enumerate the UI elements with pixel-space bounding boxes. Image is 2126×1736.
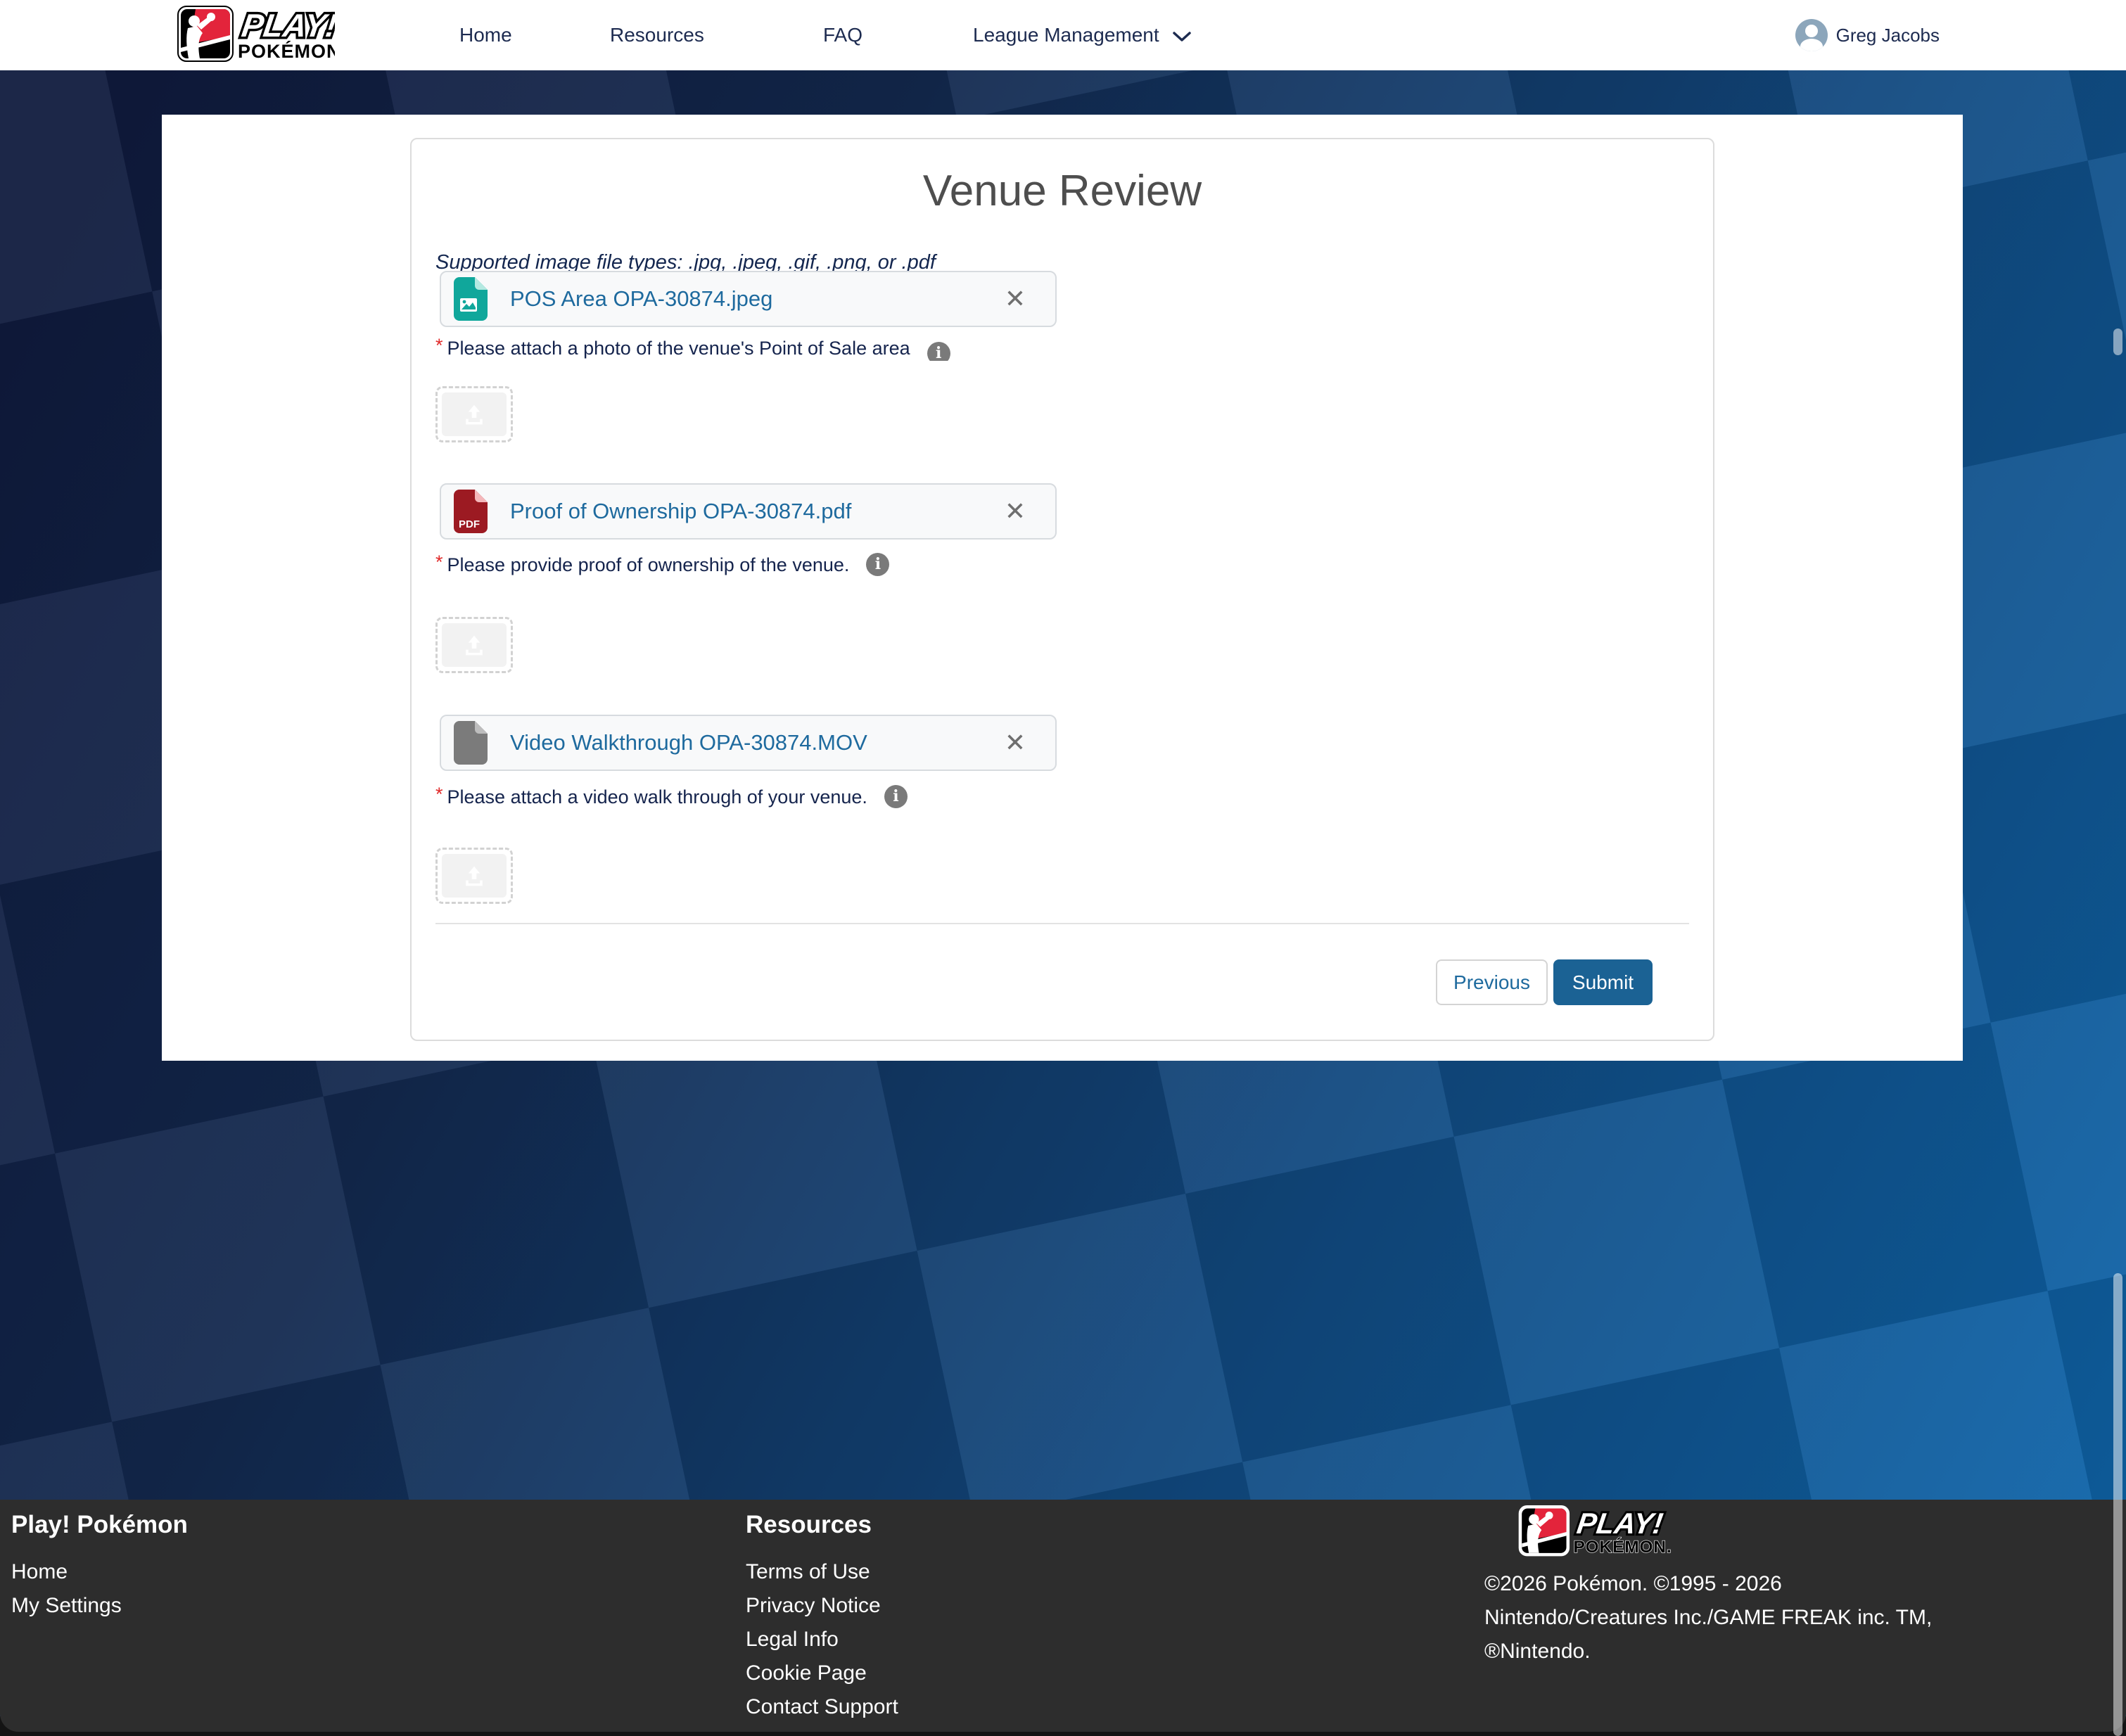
previous-button[interactable]: Previous	[1436, 959, 1548, 1005]
file-chip-proof-of-ownership: PDF Proof of Ownership OPA-30874.pdf ✕	[440, 483, 1057, 540]
copyright-line-1: ©2026 Pokémon. ©1995 - 2026	[1484, 1567, 1782, 1601]
helper-text-proof-of-ownership: Please provide proof of ownership of the…	[447, 553, 850, 577]
footer-link-privacy-notice[interactable]: Privacy Notice	[746, 1594, 881, 1618]
nav-home[interactable]: Home	[459, 0, 512, 70]
footer-link-home[interactable]: Home	[11, 1560, 68, 1584]
required-asterisk: *	[435, 782, 443, 806]
helper-text-pos-area: Please attach a photo of the venue's Poi…	[447, 336, 910, 360]
upload-dropzone-video-walkthrough[interactable]	[435, 848, 513, 904]
helper-pos-area: * Please attach a photo of the venue's P…	[435, 336, 950, 361]
nav-resources[interactable]: Resources	[610, 0, 704, 70]
logo-play-text: PLAY!	[239, 7, 335, 44]
scrollbar-thumb-lower[interactable]	[2113, 1273, 2122, 1736]
chevron-down-icon	[1172, 30, 1192, 43]
file-link-pos-area[interactable]: POS Area OPA-30874.jpeg	[510, 286, 772, 312]
copyright-line-3: ®Nintendo.	[1484, 1635, 1591, 1668]
footer-link-legal-info[interactable]: Legal Info	[746, 1628, 839, 1652]
user-menu[interactable]: Greg Jacobs	[1795, 0, 1940, 70]
upload-dropzone-pos-area[interactable]	[435, 386, 513, 442]
nav-faq[interactable]: FAQ	[823, 0, 863, 70]
logo-pokemon-text: POKÉMON.	[238, 40, 335, 62]
file-link-proof-of-ownership[interactable]: Proof of Ownership OPA-30874.pdf	[510, 499, 851, 524]
required-asterisk: *	[435, 550, 443, 574]
generic-file-icon	[454, 721, 488, 765]
main-content-panel: Venue Review Supported image file types:…	[162, 115, 1963, 1061]
page: PLAY! POKÉMON. Home Resources FAQ League…	[0, 0, 2126, 1736]
info-icon[interactable]: i	[927, 342, 950, 361]
footer-link-my-settings[interactable]: My Settings	[11, 1594, 122, 1618]
scrollbar-thumb-upper[interactable]	[2113, 328, 2122, 355]
info-icon[interactable]: i	[866, 553, 889, 576]
user-avatar-icon	[1795, 19, 1828, 51]
helper-text-video-walkthrough: Please attach a video walk through of yo…	[447, 785, 867, 809]
play-pokemon-logo-graphic: PLAY! POKÉMON.	[177, 6, 335, 65]
play-pokemon-logo[interactable]: PLAY! POKÉMON.	[177, 6, 335, 65]
form-actions: Previous Submit	[1436, 959, 1653, 1005]
nav-league-management-dropdown[interactable]: League Management	[973, 0, 1192, 70]
required-asterisk: *	[435, 336, 443, 357]
image-file-icon	[454, 277, 488, 321]
file-chip-pos-area: POS Area OPA-30874.jpeg ✕	[440, 271, 1057, 327]
upload-icon	[460, 862, 488, 890]
footer-logo-play-text: PLAY!	[1575, 1507, 1665, 1540]
pdf-file-icon: PDF	[454, 490, 488, 533]
helper-proof-of-ownership: * Please provide proof of ownership of t…	[435, 553, 889, 577]
footer-link-cookie-page[interactable]: Cookie Page	[746, 1661, 867, 1685]
user-name: Greg Jacobs	[1836, 25, 1940, 46]
copyright-line-2: Nintendo/Creatures Inc./GAME FREAK inc. …	[1484, 1601, 1932, 1635]
footer-link-contact-support[interactable]: Contact Support	[746, 1695, 898, 1719]
info-icon[interactable]: i	[884, 785, 908, 808]
footer-logo-graphic: PLAY! POKÉMON.	[1484, 1505, 1695, 1559]
upload-icon	[460, 631, 488, 659]
top-navbar: PLAY! POKÉMON. Home Resources FAQ League…	[0, 0, 2126, 70]
file-chip-video-walkthrough: Video Walkthrough OPA-30874.MOV ✕	[440, 715, 1057, 771]
footer-logo-pokemon-text: POKÉMON.	[1573, 1537, 1672, 1557]
venue-review-card: Venue Review Supported image file types:…	[410, 138, 1714, 1041]
footer-heading-play-pokemon: Play! Pokémon	[11, 1511, 188, 1539]
pdf-badge-text: PDF	[459, 518, 480, 530]
footer-play-pokemon-logo: PLAY! POKÉMON.	[1484, 1505, 1695, 1562]
page-title: Venue Review	[412, 166, 1713, 216]
upload-icon	[460, 400, 488, 428]
remove-file-video-walkthrough-button[interactable]: ✕	[996, 716, 1034, 770]
footer-link-terms-of-use[interactable]: Terms of Use	[746, 1560, 870, 1584]
upload-dropzone-proof-of-ownership[interactable]	[435, 617, 513, 673]
footer-heading-resources: Resources	[746, 1511, 872, 1539]
form-divider	[435, 923, 1689, 924]
remove-file-proof-of-ownership-button[interactable]: ✕	[996, 485, 1034, 538]
nav-league-management-label: League Management	[973, 24, 1159, 46]
footer: Play! Pokémon Home My Settings Resources…	[0, 1500, 2126, 1732]
remove-file-pos-area-button[interactable]: ✕	[996, 272, 1034, 326]
submit-button[interactable]: Submit	[1553, 959, 1653, 1005]
file-link-video-walkthrough[interactable]: Video Walkthrough OPA-30874.MOV	[510, 730, 867, 755]
helper-video-walkthrough: * Please attach a video walk through of …	[435, 785, 908, 809]
